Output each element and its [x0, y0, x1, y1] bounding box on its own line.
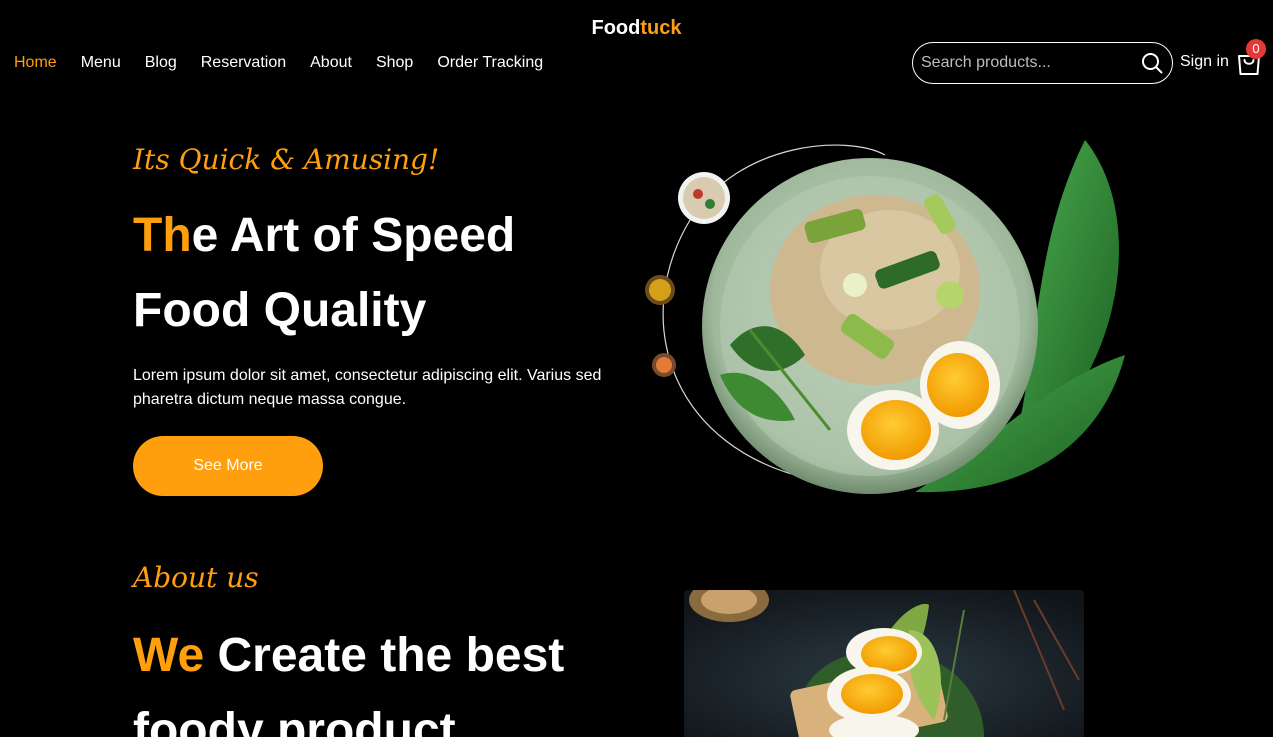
brand-name-main: Food — [591, 17, 641, 39]
search-icon[interactable] — [1140, 51, 1164, 75]
about-title-line1: Create the best — [204, 629, 565, 682]
nav-item-reservation[interactable]: Reservation — [201, 53, 286, 73]
nav-item-menu[interactable]: Menu — [81, 53, 121, 73]
search-box — [912, 42, 1173, 84]
hero-tagline: Its Quick & Amusing! — [133, 143, 440, 176]
main-nav: Home Menu Blog Reservation About Shop Or… — [14, 53, 543, 73]
cart-button[interactable]: 0 — [1236, 39, 1266, 76]
hero-title: The Art of Speed Food Quality — [133, 198, 515, 348]
hero-description: Lorem ipsum dolor sit amet, consectetur … — [133, 367, 602, 408]
signin-link[interactable]: Sign in — [1180, 52, 1229, 72]
hero-food-image — [645, 140, 1125, 494]
nav-item-home[interactable]: Home — [14, 53, 57, 73]
brand-name-accent: tuck — [640, 17, 682, 39]
cart-count-badge: 0 — [1246, 39, 1266, 59]
see-more-button[interactable]: See More — [133, 436, 323, 496]
hero-title-line2: Food Quality — [133, 284, 427, 337]
brand-logo[interactable]: Foodtuck — [0, 16, 1273, 40]
about-title-highlight: We — [133, 629, 205, 682]
nav-item-order-tracking[interactable]: Order Tracking — [437, 53, 543, 73]
nav-item-shop[interactable]: Shop — [376, 53, 413, 73]
hero-title-line1: e Art of Speed — [191, 209, 516, 262]
search-input[interactable] — [921, 54, 1140, 72]
about-tagline: About us — [133, 561, 259, 594]
about-title: We Create the best foody product — [133, 618, 564, 737]
page: Foodtuck Home Menu Blog Reservation Abou… — [0, 0, 1273, 737]
nav-item-about[interactable]: About — [310, 53, 352, 73]
nav-item-blog[interactable]: Blog — [145, 53, 177, 73]
about-title-line2: foody product — [133, 704, 456, 737]
about-food-image — [684, 590, 1084, 737]
hero-title-highlight: Th — [133, 209, 192, 262]
